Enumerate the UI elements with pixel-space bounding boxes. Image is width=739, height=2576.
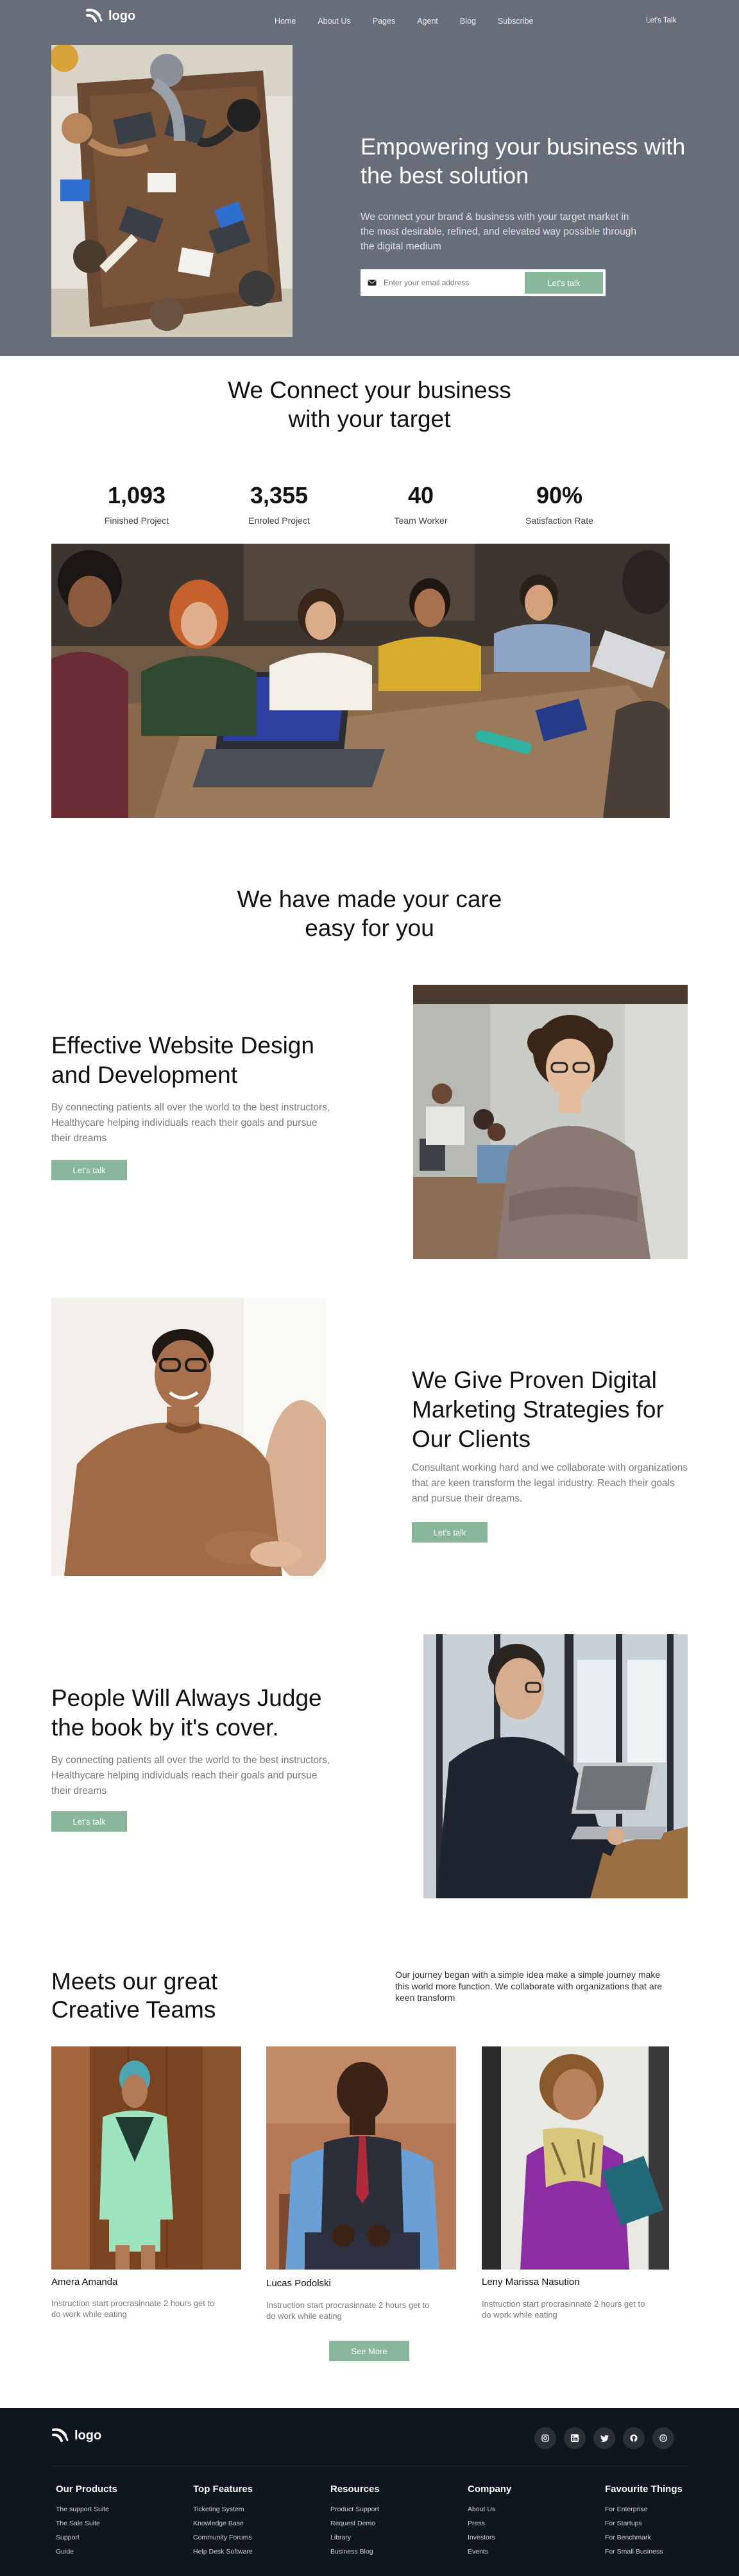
footer-link[interactable]: For Benchmark: [605, 2530, 683, 2545]
footer-link[interactable]: Product Support: [330, 2502, 380, 2516]
team-title-line1: Meets our great: [51, 1968, 218, 1995]
twitter-icon[interactable]: [593, 2427, 615, 2449]
footer-link[interactable]: Library: [330, 2530, 380, 2545]
logo-text: logo: [74, 2428, 102, 2443]
footer-column-company: Company About Us Press Investors Events: [468, 2484, 511, 2559]
footer-column-title: Top Features: [193, 2484, 253, 2495]
feature-title-3: People Will Always Judge the book by it'…: [51, 1685, 322, 1741]
stat-label: Team Worker: [394, 515, 448, 526]
footer-link[interactable]: Help Desk Software: [193, 2545, 253, 2559]
feature-text-2: Consultant working hard and we collabora…: [412, 1462, 688, 1504]
feature-3-image: [423, 1634, 688, 1898]
footer-link[interactable]: Events: [468, 2545, 511, 2559]
nav-home[interactable]: Home: [275, 17, 296, 26]
footer-column-title: Resources: [330, 2484, 380, 2495]
logo-icon: [86, 8, 103, 22]
footer-link[interactable]: Knowledge Base: [193, 2516, 253, 2530]
email-signup-form: Let's talk: [361, 269, 606, 296]
feature-title-2: We Give Proven Digital Marketing Strateg…: [412, 1367, 664, 1452]
hero-image: [51, 45, 293, 337]
connect-title-line1: We Connect your business: [228, 377, 511, 403]
member-2-name: Lucas Podolski: [266, 2278, 331, 2289]
linkedin-icon[interactable]: [564, 2427, 586, 2449]
member-1-image: [51, 2046, 241, 2270]
main-nav: Home About Us Pages Agent Blog Subscribe: [275, 17, 534, 26]
team-intro: Our journey began with a simple idea mak…: [395, 1970, 663, 2003]
nav-agent[interactable]: Agent: [417, 17, 438, 26]
member-1-text: Instruction start procrasinnate 2 hours …: [51, 2298, 215, 2319]
footer-link[interactable]: Support: [56, 2530, 117, 2545]
stat-finished-project: 1,093 Finished Project: [79, 482, 194, 526]
stat-satisfaction-rate: 90% Satisfaction Rate: [502, 482, 617, 526]
footer-link[interactable]: The Sale Suite: [56, 2516, 117, 2530]
feature-text-1: By connecting patients all over the worl…: [51, 1102, 330, 1144]
footer-link[interactable]: Press: [468, 2516, 511, 2530]
footer-link[interactable]: Request Demo: [330, 2516, 380, 2530]
member-1-name: Amera Amanda: [51, 2277, 118, 2287]
stat-value: 40: [407, 482, 434, 508]
footer-link[interactable]: Business Blog: [330, 2545, 380, 2559]
footer-column-favourites: Favourite Things For Enterprise For Star…: [605, 2484, 683, 2559]
member-3-text: Instruction start procrasinnate 2 hours …: [482, 2299, 645, 2320]
footer-link[interactable]: Investors: [468, 2530, 511, 2545]
feature-1-image: [413, 985, 688, 1259]
footer-column-products: Our Products The support Suite The Sale …: [56, 2484, 117, 2559]
email-input[interactable]: [381, 278, 525, 287]
footer-link[interactable]: For Small Business: [605, 2545, 683, 2559]
footer-link[interactable]: Ticketing System: [193, 2502, 253, 2516]
hero-subtitle: We connect your brand & business with yo…: [361, 212, 636, 252]
feature-title-1: Effective Website Design and Development: [51, 1032, 314, 1088]
footer-column-title: Company: [468, 2484, 512, 2495]
lets-talk-nav-button[interactable]: Let's Talk: [646, 17, 676, 24]
footer-link[interactable]: The support Suite: [56, 2502, 117, 2516]
care-title-line1: We have made your care: [237, 886, 502, 912]
feature-1-talk-button[interactable]: Let's talk: [51, 1160, 127, 1180]
hero-title: Empowering your business with the best s…: [361, 133, 686, 188]
nav-blog[interactable]: Blog: [460, 17, 476, 26]
care-title-line2: easy for you: [305, 915, 434, 941]
logo-icon: [52, 2428, 69, 2442]
team-title-line2: Creative Teams: [51, 1996, 216, 2023]
hero-submit-button[interactable]: Let's talk: [525, 272, 603, 294]
footer-link[interactable]: For Enterprise: [605, 2502, 683, 2516]
mail-icon: [363, 280, 381, 286]
dribbble-icon[interactable]: [652, 2427, 674, 2449]
stat-label: Finished Project: [104, 515, 169, 526]
footer-logo[interactable]: logo: [51, 2427, 101, 2444]
member-3-name: Leny Marissa Nasution: [482, 2277, 580, 2287]
footer-link[interactable]: Guide: [56, 2545, 117, 2559]
footer-link[interactable]: For Startups: [605, 2516, 683, 2530]
connect-title-line2: with your target: [288, 406, 451, 432]
instagram-icon[interactable]: [534, 2427, 556, 2449]
member-2-image: [266, 2046, 456, 2270]
footer-column-title: Favourite Things: [605, 2484, 683, 2495]
feature-2-image: [51, 1298, 326, 1576]
team-meeting-image: [51, 544, 670, 818]
member-2-text: Instruction start procrasinnate 2 hours …: [266, 2300, 430, 2321]
nav-about-us[interactable]: About Us: [318, 17, 350, 26]
footer-link[interactable]: Community Forums: [193, 2530, 253, 2545]
header-logo[interactable]: logo: [85, 8, 135, 24]
footer-column-resources: Resources Product Support Request Demo L…: [330, 2484, 380, 2559]
stat-value: 1,093: [107, 482, 166, 508]
feature-2-talk-button[interactable]: Let's talk: [412, 1522, 488, 1543]
footer-column-features: Top Features Ticketing System Knowledge …: [193, 2484, 253, 2559]
nav-pages[interactable]: Pages: [373, 17, 395, 26]
see-more-button[interactable]: See More: [329, 2341, 409, 2361]
logo-text: logo: [108, 8, 136, 23]
stat-value: 90%: [536, 482, 583, 508]
feature-3-talk-button[interactable]: Let's talk: [51, 1811, 127, 1832]
stat-enroled-project: 3,355 Enroled Project: [221, 482, 337, 526]
stat-value: 3,355: [250, 482, 309, 508]
stat-team-worker: 40 Team Worker: [363, 482, 479, 526]
footer-column-title: Our Products: [56, 2484, 117, 2495]
member-3-image: [482, 2046, 669, 2270]
stat-label: Enroled Project: [248, 515, 310, 526]
feature-text-3: By connecting patients all over the worl…: [51, 1755, 330, 1796]
github-icon[interactable]: [623, 2427, 645, 2449]
nav-subscribe[interactable]: Subscribe: [498, 17, 534, 26]
stat-label: Satisfaction Rate: [525, 515, 593, 526]
footer-link[interactable]: About Us: [468, 2502, 511, 2516]
